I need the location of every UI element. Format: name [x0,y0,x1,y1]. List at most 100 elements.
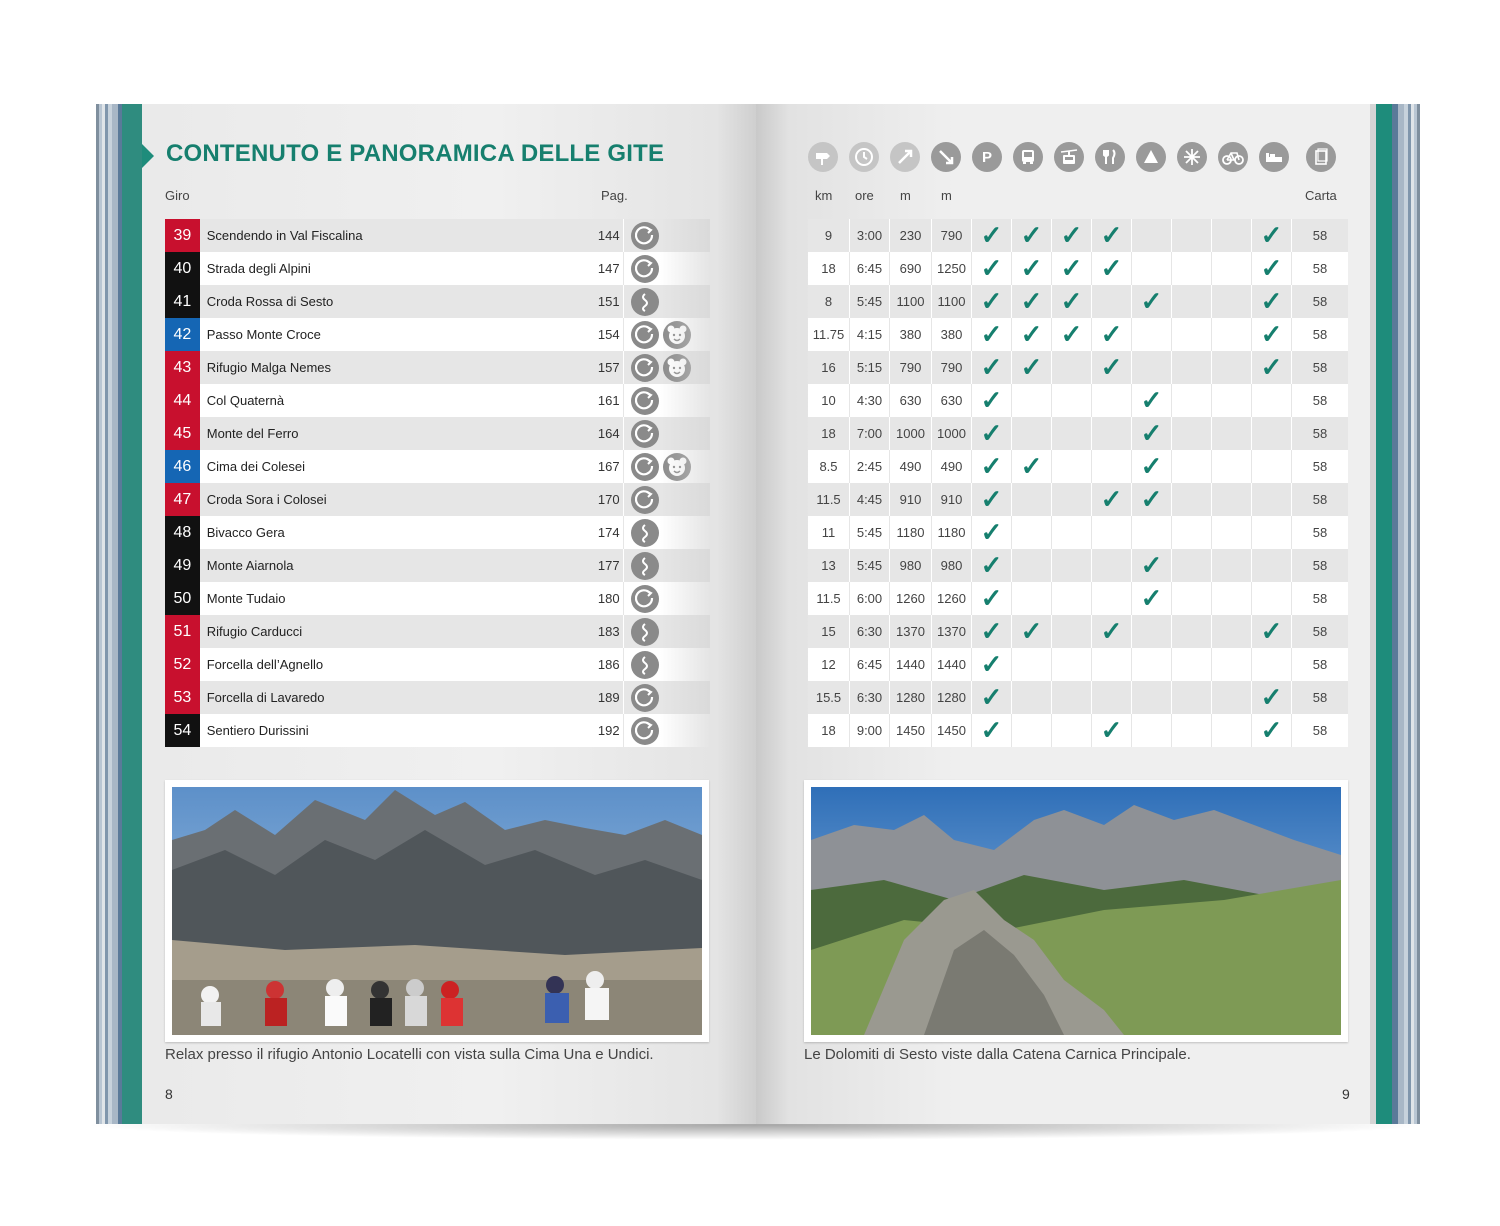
tour-hours: 4:45 [850,483,890,516]
column-divider [622,285,624,318]
check-icon: ✓ [980,352,1003,382]
tour-number: 39 [165,219,200,252]
tour-ascent: 1100 [890,285,932,318]
tour-hours: 5:45 [850,285,890,318]
winding-route-icon [630,551,659,580]
check-cell [1212,450,1252,483]
check-cell: ✓ [1132,549,1172,582]
page-gutter-shade [660,615,710,648]
column-divider [622,714,624,747]
check-cell [1212,285,1252,318]
tour-hours: 4:15 [850,318,890,351]
photo-right-image [811,787,1341,1035]
tour-descent: 910 [932,483,972,516]
tour-page: 157 [597,360,620,375]
table-row: 42 Passo Monte Croce 154 [165,318,710,351]
check-icon: ✓ [1140,385,1163,415]
table-row: 44 Col Quaternà 161 [165,384,710,417]
tour-map: 58 [1312,426,1328,441]
tour-km: 18 [808,417,850,450]
column-divider [622,549,624,582]
check-cell [1012,648,1052,681]
check-cell [1132,219,1172,252]
check-icon: ✓ [1260,253,1283,283]
check-cell: ✓ [1052,219,1092,252]
check-cell: ✓ [972,351,1012,384]
check-cell [1092,648,1132,681]
table-row: 11 5:45 1180 1180 ✓ 58 [808,516,1348,549]
tour-ascent: 1260 [890,582,932,615]
check-cell [1132,615,1172,648]
check-icon: ✓ [1100,319,1123,349]
check-cell: ✓ [1132,450,1172,483]
tour-descent: 490 [932,450,972,483]
tour-ascent: 980 [890,549,932,582]
check-cell: ✓ [1092,483,1132,516]
check-icon: ✓ [1020,220,1043,250]
check-icon: ✓ [1260,682,1283,712]
page-gutter-shade [660,351,710,384]
tour-hours: 6:30 [850,681,890,714]
check-icon: ✓ [1020,253,1043,283]
tour-number: 50 [165,582,200,615]
check-cell: ✓ [1092,351,1132,384]
tour-ascent: 910 [890,483,932,516]
descent-icon [931,142,961,172]
check-cell [1212,351,1252,384]
check-icon: ✓ [980,550,1003,580]
check-cell: ✓ [1012,450,1052,483]
check-cell: ✓ [1012,318,1052,351]
caption-left: Relax presso il rifugio Antonio Locatell… [165,1046,654,1063]
tour-name: Col Quaternà [206,393,285,408]
check-cell [1052,549,1092,582]
winding-route-icon [630,617,659,646]
tour-map: 58 [1312,294,1328,309]
check-cell: ✓ [972,384,1012,417]
check-icon: ✓ [980,682,1003,712]
table-row: 52 Forcella dell’Agnello 186 [165,648,710,681]
tour-km: 15 [808,615,850,648]
tour-name: Cima dei Colesei [206,459,305,474]
check-cell: ✓ [972,252,1012,285]
check-cell: ✓ [972,219,1012,252]
tour-map: 58 [1312,525,1328,540]
check-cell: ✓ [1132,285,1172,318]
tour-hours: 2:45 [850,450,890,483]
check-icon: ✓ [980,253,1003,283]
tour-number: 41 [165,285,200,318]
tour-descent: 1370 [932,615,972,648]
tour-name: Rifugio Malga Nemes [206,360,332,375]
tour-map: 58 [1312,492,1328,507]
check-icon: ✓ [1060,253,1083,283]
check-icon: ✓ [980,583,1003,613]
loop-route-icon [630,716,659,745]
check-cell [1012,714,1052,747]
check-cell [1132,252,1172,285]
check-cell: ✓ [1092,318,1132,351]
hut-icon [1136,142,1166,172]
page-gutter-shade [660,681,710,714]
tour-hours: 5:45 [850,549,890,582]
check-icon: ✓ [1100,352,1123,382]
tour-name: Rifugio Carducci [206,624,303,639]
check-cell [1212,648,1252,681]
check-cell [1212,714,1252,747]
overnight-icon [1259,142,1289,172]
page-gutter-shade [660,417,710,450]
map-icon [1306,142,1336,172]
column-divider [622,516,624,549]
check-cell [1092,516,1132,549]
check-icon: ✓ [1100,715,1123,745]
check-cell: ✓ [972,648,1012,681]
tour-map: 58 [1312,624,1328,639]
tour-ascent: 1180 [890,516,932,549]
table-row: 18 6:45 690 1250 ✓ ✓ ✓ ✓ ✓ 58 [808,252,1348,285]
tour-ascent: 1370 [890,615,932,648]
tour-hours: 6:45 [850,252,890,285]
tour-ascent: 1440 [890,648,932,681]
loop-route-icon [630,254,659,283]
check-cell: ✓ [972,450,1012,483]
tour-number: 46 [165,450,200,483]
tour-map: 58 [1312,591,1328,606]
tour-map: 58 [1312,360,1328,375]
